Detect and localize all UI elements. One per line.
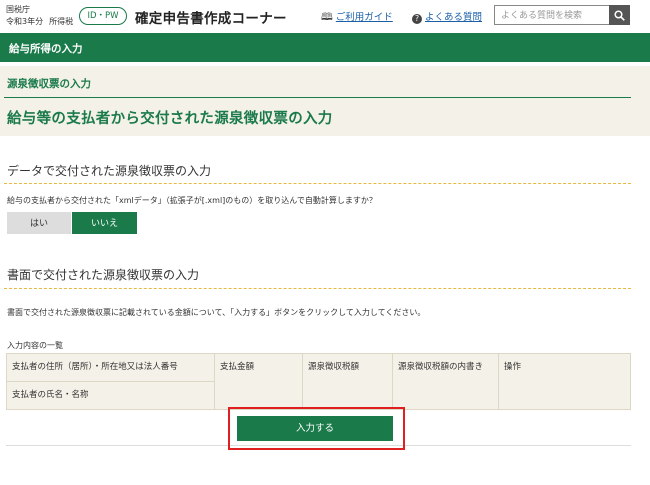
tax-year: 令和3年分	[6, 17, 44, 26]
input-list-table: 支払者の住所（居所）・所在地又は法人番号 支払金額 源泉徴収税額 源泉徴収税額の…	[6, 353, 631, 410]
guide-link-label: ご利用ガイド	[335, 12, 393, 23]
paper-instruction: 書面で交付された源泉徴収票に記載されている金額について、「入力する」ボタンをクリ…	[7, 308, 426, 317]
agency-name: 国税庁	[6, 5, 30, 14]
data-section-divider	[4, 183, 631, 184]
yes-button[interactable]: はい	[7, 212, 71, 234]
col-payment-amount: 支払金額	[214, 353, 303, 410]
tax-type: 所得税	[49, 17, 74, 26]
page-title: 給与等の支払者から交付された源泉徴収票の入力	[7, 111, 333, 127]
table-header-row: 支払者の住所（居所）・所在地又は法人番号 支払金額 源泉徴収税額 源泉徴収税額の…	[6, 353, 631, 410]
data-section-heading: データで交付された源泉徴収票の入力	[7, 164, 212, 178]
faq-link-label: よくある質問	[425, 12, 483, 23]
col-withholding-tax: 源泉徴収税額	[302, 353, 393, 410]
col-withholding-breakdown: 源泉徴収税額の内書き	[392, 353, 499, 410]
search-button[interactable]	[609, 5, 630, 25]
section-bar-title: 給与所得の入力	[9, 43, 83, 55]
list-label: 入力内容の一覧	[7, 341, 63, 350]
top-header: 国税庁 令和3年分 所得税 ID・PW 確定申告書作成コーナー 🕮 ご利用ガイド ?…	[0, 0, 650, 33]
paper-section-divider	[4, 288, 631, 289]
section-bar: 給与所得の入力	[0, 33, 650, 62]
question-icon: ?	[412, 14, 422, 24]
book-icon: 🕮	[321, 12, 333, 23]
input-button[interactable]: 入力する	[237, 416, 393, 441]
col-payer-name: 支払者の氏名・名称	[6, 381, 215, 410]
no-button[interactable]: いいえ	[72, 212, 137, 234]
col-payer-address: 支払者の住所（居所）・所在地又は法人番号	[6, 353, 215, 382]
guide-link[interactable]: 🕮 ご利用ガイド	[321, 9, 393, 27]
agency-label: 国税庁 令和3年分 所得税	[6, 4, 73, 28]
idpw-badge[interactable]: ID・PW	[79, 7, 127, 25]
faq-search-input[interactable]	[494, 5, 610, 25]
subtitle-divider	[4, 97, 631, 98]
page-header: 源泉徴収票の入力 給与等の支払者から交付された源泉徴収票の入力	[0, 66, 650, 136]
search-icon	[614, 9, 625, 21]
page-subtitle: 源泉徴収票の入力	[7, 78, 91, 90]
xml-question: 給与の支払者から交付された「xmlデータ」（拡張子が[.xml]のもの）を取り込…	[7, 196, 377, 205]
faq-link[interactable]: ? よくある質問	[412, 9, 482, 24]
app-title: 確定申告書作成コーナー	[135, 11, 287, 27]
col-action: 操作	[498, 353, 631, 410]
paper-section-heading: 書面で交付された源泉徴収票の入力	[7, 268, 200, 282]
